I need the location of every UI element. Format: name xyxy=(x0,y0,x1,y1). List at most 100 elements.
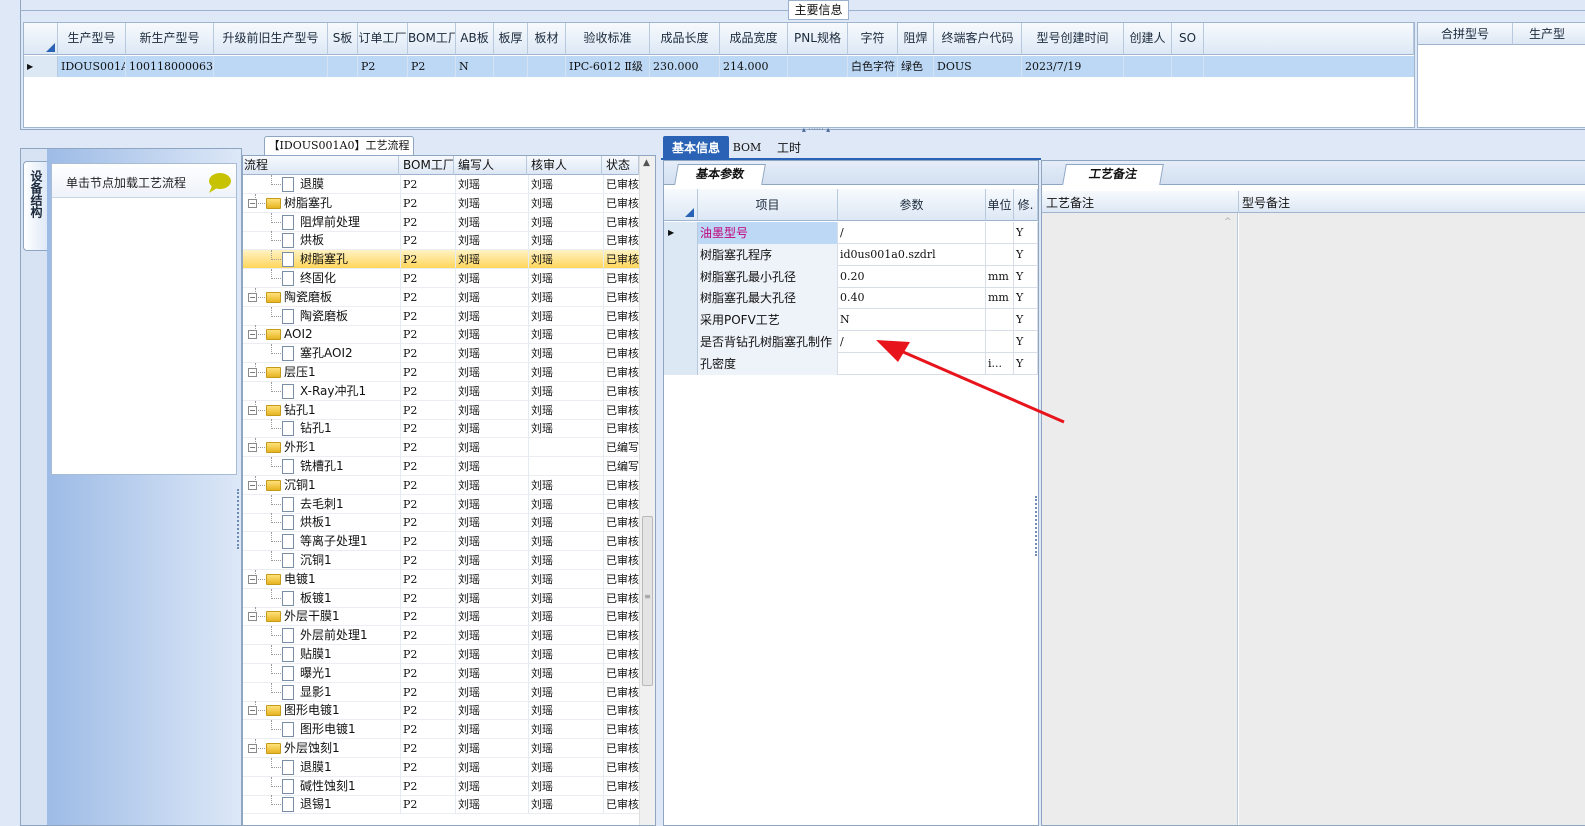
collapse-icon[interactable]: − xyxy=(248,330,257,340)
flow-row[interactable]: 退膜 P2 刘瑶 刘瑶 已审核 xyxy=(243,175,639,194)
flow-row[interactable]: − AOI2 P2 刘瑶 刘瑶 已审核 xyxy=(243,325,639,345)
flow-row[interactable]: − 电镀1 P2 刘瑶 刘瑶 已审核 xyxy=(243,569,639,589)
flow-row[interactable]: 贴膜1 P2 刘瑶 刘瑶 已审核 xyxy=(243,645,639,664)
params-column-header[interactable]: 项目 xyxy=(698,189,838,221)
param-param-cell[interactable]: N xyxy=(838,309,986,332)
collapse-icon[interactable]: − xyxy=(248,198,257,208)
flow-row[interactable]: 等离子处理1 P2 刘瑶 刘瑶 已审核 xyxy=(243,532,639,552)
flow-row[interactable]: 塞孔AOI2 P2 刘瑶 刘瑶 已审核 xyxy=(243,344,639,364)
param-row[interactable]: 树脂塞孔最大孔径 0.40 mm Y xyxy=(664,287,1038,310)
main-column-header[interactable]: SO xyxy=(1172,23,1204,55)
main-column-header[interactable]: 成品宽度 xyxy=(720,23,788,55)
main-column-header[interactable]: 创建人 xyxy=(1124,23,1172,55)
param-param-cell[interactable]: 0.20 xyxy=(838,265,986,288)
param-row[interactable]: ▶ 油墨型号 / Y xyxy=(664,222,1038,244)
merge-column-header[interactable]: 合拼型号 xyxy=(1418,23,1513,45)
scroll-thumb[interactable]: ≡ xyxy=(642,516,653,686)
main-column-header[interactable]: PNL规格 xyxy=(788,23,848,55)
collapse-icon[interactable]: − xyxy=(248,368,257,377)
detail-splitter-grip[interactable] xyxy=(1035,496,1039,556)
process-remark-column[interactable]: 工艺备注 xyxy=(1046,194,1094,211)
params-column-header[interactable]: 参数 xyxy=(838,189,986,221)
flow-row[interactable]: 去毛刺1 P2 刘瑶 刘瑶 已审核 xyxy=(243,494,639,514)
main-column-header[interactable]: 型号创建时间 xyxy=(1022,23,1124,55)
main-column-header[interactable]: 成品长度 xyxy=(650,23,720,55)
model-remark-area[interactable] xyxy=(1239,213,1585,825)
main-column-header[interactable]: 验收标准 xyxy=(566,23,650,55)
flow-row[interactable]: 烘板 P2 刘瑶 刘瑶 已审核 xyxy=(243,231,639,251)
flow-row[interactable]: X-Ray冲孔1 P2 刘瑶 刘瑶 已审核 xyxy=(243,381,639,401)
main-column-header[interactable]: BOM工厂 xyxy=(408,23,456,55)
side-splitter-grip[interactable] xyxy=(237,489,241,549)
flow-row[interactable]: − 外层蚀刻1 P2 刘瑶 刘瑶 已审核 xyxy=(243,739,639,758)
collapse-icon[interactable]: − xyxy=(248,574,257,584)
flow-row[interactable]: − 钻孔1 P2 刘瑶 刘瑶 已审核 xyxy=(243,400,639,420)
flow-column-header[interactable]: 状态 xyxy=(603,156,639,175)
flow-row[interactable]: 图形电镀1 P2 刘瑶 刘瑶 已审核 xyxy=(243,720,639,740)
flow-row[interactable]: 显影1 P2 刘瑶 刘瑶 已审核 xyxy=(243,682,639,702)
flow-row[interactable]: 碱性蚀刻1 P2 刘瑶 刘瑶 已审核 xyxy=(243,776,639,796)
flow-column-header[interactable]: 编写人 xyxy=(455,156,527,175)
params-column-header[interactable]: 修. xyxy=(1014,189,1038,221)
main-column-header[interactable]: 板厚 xyxy=(494,23,528,55)
collapse-icon[interactable]: − xyxy=(248,480,257,490)
remark-scroll-up-icon[interactable]: ^ xyxy=(1224,217,1232,227)
main-column-header[interactable]: 生产型号 xyxy=(58,23,126,55)
param-param-cell[interactable]: 0.40 xyxy=(838,287,986,310)
flow-row[interactable]: 沉铜1 P2 刘瑶 刘瑶 已审核 xyxy=(243,551,639,570)
flow-row[interactable]: − 外层干膜1 P2 刘瑶 刘瑶 已审核 xyxy=(243,607,639,627)
flow-row[interactable]: − 图形电镀1 P2 刘瑶 刘瑶 已审核 xyxy=(243,701,639,721)
flow-row[interactable]: − 层压1 P2 刘瑶 刘瑶 已审核 xyxy=(243,363,639,382)
flow-column-header[interactable]: 流程 xyxy=(243,156,399,175)
tab-basic-info[interactable]: 基本信息 xyxy=(663,136,729,160)
flow-scrollbar[interactable]: ▲ ≡ xyxy=(639,156,655,825)
subtab-basic-params[interactable]: 基本参数 xyxy=(674,164,766,185)
param-param-cell[interactable]: / xyxy=(838,222,986,244)
process-remark-area[interactable]: ^ xyxy=(1042,213,1238,825)
flow-row[interactable]: 铣槽孔1 P2 刘瑶 已编写 xyxy=(243,457,639,476)
collapse-icon[interactable]: − xyxy=(248,443,257,453)
main-column-header[interactable]: AB板 xyxy=(456,23,494,55)
main-column-header[interactable]: 板材 xyxy=(528,23,566,55)
collapse-icon[interactable]: − xyxy=(248,706,257,716)
main-column-header[interactable]: 升级前旧生产型号 xyxy=(214,23,328,55)
main-column-header[interactable]: 订单工厂 xyxy=(358,23,408,55)
flow-column-header[interactable]: 核审人 xyxy=(528,156,602,175)
collapse-icon[interactable]: − xyxy=(248,405,257,415)
merge-column-header[interactable]: 生产型 xyxy=(1513,23,1585,45)
node-hint-bar[interactable]: 单击节点加载工艺流程 xyxy=(52,164,236,198)
param-param-cell[interactable]: id0us001a0.szdrl xyxy=(838,243,986,266)
collapse-icon[interactable]: − xyxy=(248,612,257,622)
flow-row[interactable]: 阻焊前处理 P2 刘瑶 刘瑶 已审核 xyxy=(243,212,639,232)
tab-process-remarks[interactable]: 工艺备注 xyxy=(1062,164,1164,185)
flow-row[interactable]: 退膜1 P2 刘瑶 刘瑶 已审核 xyxy=(243,757,639,777)
flow-row[interactable]: 曝光1 P2 刘瑶 刘瑶 已审核 xyxy=(243,663,639,683)
param-row[interactable]: 树脂塞孔程序 id0us001a0.szdrl Y xyxy=(664,243,1038,266)
flow-row[interactable]: 板镀1 P2 刘瑶 刘瑶 已审核 xyxy=(243,588,639,608)
flow-row[interactable]: 退锡1 P2 刘瑶 刘瑶 已审核 xyxy=(243,795,639,815)
main-info-row[interactable]: ▶IDOUS001A010011800006327P2P2NIPC-6012 Ⅱ… xyxy=(24,56,1414,77)
flow-row[interactable]: − 外形1 P2 刘瑶 已编写 xyxy=(243,438,639,458)
flow-row[interactable]: − 沉铜1 P2 刘瑶 刘瑶 已审核 xyxy=(243,475,639,495)
main-column-header[interactable]: 阻焊 xyxy=(898,23,934,55)
flow-row[interactable]: 外层前处理1 P2 刘瑶 刘瑶 已审核 xyxy=(243,626,639,646)
flow-row[interactable]: 树脂塞孔 P2 刘瑶 刘瑶 已审核 xyxy=(243,250,639,270)
flow-row[interactable]: − 陶瓷磨板 P2 刘瑶 刘瑶 已审核 xyxy=(243,287,639,307)
splitter-grip[interactable]: ▴ ······ ▴ xyxy=(786,126,846,134)
param-row[interactable]: 树脂塞孔最小孔径 0.20 mm Y xyxy=(664,265,1038,288)
side-vertical-tab[interactable]: 设备结构 xyxy=(23,161,47,251)
flow-row[interactable]: 烘板1 P2 刘瑶 刘瑶 已审核 xyxy=(243,513,639,533)
flow-column-header[interactable]: BOM工厂 xyxy=(400,156,454,175)
collapse-icon[interactable]: − xyxy=(248,744,257,753)
scroll-up-icon[interactable]: ▲ xyxy=(643,158,650,168)
flow-row[interactable]: 终固化 P2 刘瑶 刘瑶 已审核 xyxy=(243,269,639,288)
params-column-header[interactable]: 单位 xyxy=(986,189,1014,221)
flow-row[interactable]: 陶瓷磨板 P2 刘瑶 刘瑶 已审核 xyxy=(243,306,639,326)
main-column-header[interactable]: S板 xyxy=(328,23,358,55)
tab-bom[interactable]: BOM xyxy=(731,138,763,158)
tab-work-hours[interactable]: 工时 xyxy=(769,138,809,158)
flow-row[interactable]: 钻孔1 P2 刘瑶 刘瑶 已审核 xyxy=(243,419,639,439)
flow-row[interactable]: − 树脂塞孔 P2 刘瑶 刘瑶 已审核 xyxy=(243,193,639,213)
param-row[interactable]: 采用POFV工艺 N Y xyxy=(664,309,1038,332)
collapse-icon[interactable]: − xyxy=(248,292,257,302)
